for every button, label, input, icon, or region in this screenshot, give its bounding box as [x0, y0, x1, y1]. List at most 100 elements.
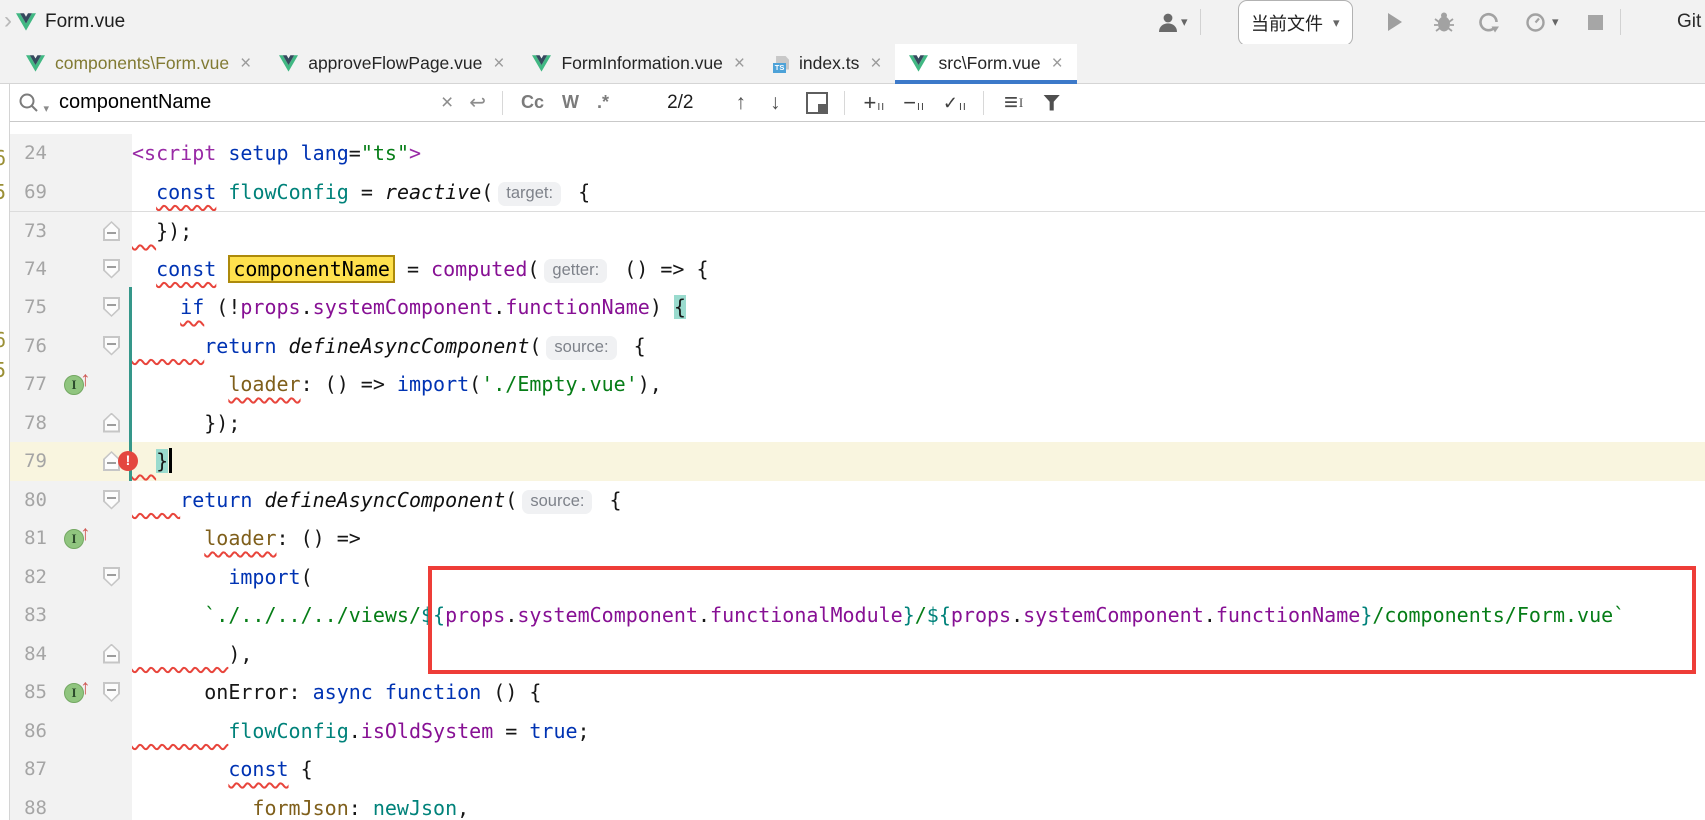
fold-marker-icon[interactable] — [103, 259, 120, 279]
close-icon[interactable]: × — [1052, 53, 1063, 75]
code-line-82[interactable]: 82 import( — [0, 558, 1705, 597]
line-number[interactable]: 73 — [24, 212, 47, 251]
code-text[interactable]: if (!props.systemComponent.functionName)… — [132, 288, 1705, 327]
close-icon[interactable]: × — [870, 53, 881, 75]
code-line-86[interactable]: 86 flowConfig.isOldSystem = true; — [0, 712, 1705, 751]
show-only-matching-lines-toggle[interactable]: ≡I — [1004, 89, 1023, 117]
code-line-79[interactable]: 79! } — [0, 442, 1705, 481]
line-number[interactable]: 74 — [24, 250, 47, 289]
code-line-85[interactable]: 85 I↑ onError: async function () { — [0, 673, 1705, 712]
line-number[interactable]: 78 — [24, 404, 47, 443]
run-configuration-select[interactable]: 当前文件 ▾ — [1238, 0, 1353, 46]
add-occurrence-button[interactable]: +II — [863, 93, 885, 113]
close-icon[interactable]: × — [240, 53, 251, 75]
select-all-occurrences-button[interactable]: ✓II — [943, 93, 967, 113]
debug-button[interactable] — [1434, 0, 1454, 44]
line-number[interactable]: 87 — [24, 750, 47, 789]
git-menu[interactable]: Git — [1677, 0, 1701, 44]
code-line-77[interactable]: 77 I↑ loader: () => import('./Empty.vue')… — [0, 365, 1705, 404]
inspection-gutter-icon[interactable]: I↑ — [64, 526, 98, 550]
fold-marker-icon[interactable] — [103, 336, 120, 356]
code-text[interactable]: import( — [132, 558, 1705, 597]
code-text[interactable]: formJson: newJson, — [132, 789, 1705, 820]
fold-marker-icon[interactable] — [103, 567, 120, 587]
search-input[interactable] — [57, 90, 439, 115]
line-number[interactable]: 83 — [24, 596, 47, 635]
fold-marker-icon[interactable] — [103, 221, 120, 241]
line-number[interactable]: 86 — [24, 712, 47, 751]
inspection-gutter-icon[interactable]: I↑ — [64, 680, 98, 704]
code-line-88[interactable]: 88 formJson: newJson, — [0, 789, 1705, 820]
tab-src-form.vue[interactable]: src\Form.vue× — [895, 44, 1076, 83]
code-line-84[interactable]: 84 ), — [0, 635, 1705, 674]
code-line-73[interactable]: 73 }); — [0, 211, 1705, 250]
regex-toggle[interactable]: .* — [597, 92, 609, 113]
search-icon[interactable]: ▾ — [17, 91, 51, 115]
close-icon[interactable]: × — [493, 53, 504, 75]
code-text[interactable]: return defineAsyncComponent(source: { — [132, 327, 1705, 366]
code-text[interactable]: return defineAsyncComponent(source: { — [132, 481, 1705, 520]
user-account-button[interactable]: ▾ — [1158, 0, 1188, 44]
code-line-76[interactable]: 76 return defineAsyncComponent(source: { — [0, 327, 1705, 366]
code-line-24[interactable]: 24 <script setup lang="ts"> — [0, 134, 1705, 173]
line-number[interactable]: 24 — [24, 134, 47, 173]
code-text[interactable]: }); — [132, 404, 1705, 443]
filter-icon[interactable] — [1043, 95, 1060, 111]
code-text[interactable]: loader: () => import('./Empty.vue'), — [132, 365, 1705, 404]
newline-icon[interactable]: ↩ — [469, 90, 486, 115]
code-text[interactable]: `./../../../views/${props.systemComponen… — [132, 596, 1705, 635]
code-line-80[interactable]: 80 return defineAsyncComponent(source: { — [0, 481, 1705, 520]
run-with-coverage-button[interactable] — [1478, 0, 1499, 44]
error-gutter-icon[interactable]: ! — [118, 451, 138, 471]
inspection-gutter-icon[interactable]: I↑ — [64, 372, 98, 396]
remove-occurrence-button[interactable]: −II — [903, 93, 925, 113]
line-number[interactable]: 82 — [24, 558, 47, 597]
line-number[interactable]: 84 — [24, 635, 47, 674]
previous-occurrence-button[interactable]: ↑ — [735, 91, 746, 115]
line-number[interactable]: 69 — [24, 173, 47, 212]
words-toggle[interactable]: W — [562, 92, 579, 113]
code-text[interactable]: }); — [132, 212, 1705, 250]
close-icon[interactable]: × — [734, 53, 745, 75]
code-text[interactable]: onError: async function () { — [132, 673, 1705, 712]
fold-marker-icon[interactable] — [103, 490, 120, 510]
fold-marker-icon[interactable] — [103, 413, 120, 433]
code-text[interactable]: flowConfig.isOldSystem = true; — [132, 712, 1705, 751]
stop-button[interactable] — [1588, 0, 1603, 44]
tab-forminformation.vue[interactable]: FormInformation.vue× — [518, 44, 759, 83]
code-text[interactable]: const flowConfig = reactive(target: { — [132, 173, 1705, 212]
line-number[interactable]: 79 — [24, 442, 47, 481]
code-editor[interactable]: 24<script setup lang="ts">69 const flowC… — [0, 122, 1705, 820]
tab-components-form.vue[interactable]: components\Form.vue× — [12, 44, 265, 83]
run-button[interactable] — [1388, 0, 1402, 44]
line-number[interactable]: 76 — [24, 327, 47, 366]
line-number[interactable]: 88 — [24, 789, 47, 820]
code-text[interactable]: const { — [132, 750, 1705, 789]
code-line-81[interactable]: 81 I↑ loader: () => — [0, 519, 1705, 558]
code-line-87[interactable]: 87 const { — [0, 750, 1705, 789]
line-number[interactable]: 75 — [24, 288, 47, 327]
fold-marker-icon[interactable] — [103, 644, 120, 664]
match-case-toggle[interactable]: Cc — [521, 92, 544, 113]
line-number[interactable]: 85 — [24, 673, 47, 712]
code-line-69[interactable]: 69 const flowConfig = reactive(target: { — [0, 173, 1705, 212]
code-text[interactable]: <script setup lang="ts"> — [132, 134, 1705, 173]
code-text[interactable]: } — [132, 442, 1705, 481]
tab-approveflowpage.vue[interactable]: approveFlowPage.vue× — [265, 44, 518, 83]
code-text[interactable]: loader: () => — [132, 519, 1705, 558]
fold-marker-icon[interactable] — [103, 297, 120, 317]
fold-marker-icon[interactable] — [103, 682, 120, 702]
tab-index.ts[interactable]: TSindex.ts× — [759, 44, 895, 83]
next-occurrence-button[interactable]: ↓ — [770, 91, 781, 115]
code-line-74[interactable]: 74 const componentName = computed(getter… — [0, 250, 1705, 289]
code-line-75[interactable]: 75 if (!props.systemComponent.functionNa… — [0, 288, 1705, 327]
code-line-83[interactable]: 83 `./../../../views/${props.systemCompo… — [0, 596, 1705, 635]
line-number[interactable]: 80 — [24, 481, 47, 520]
profiler-button[interactable]: ▾ — [1525, 0, 1559, 44]
line-number[interactable]: 81 — [24, 519, 47, 558]
clear-search-icon[interactable]: × — [441, 91, 453, 115]
code-line-78[interactable]: 78 }); — [0, 404, 1705, 443]
code-text[interactable]: ), — [132, 635, 1705, 674]
code-text[interactable]: const componentName = computed(getter: (… — [132, 250, 1705, 289]
line-number[interactable]: 77 — [24, 365, 47, 404]
